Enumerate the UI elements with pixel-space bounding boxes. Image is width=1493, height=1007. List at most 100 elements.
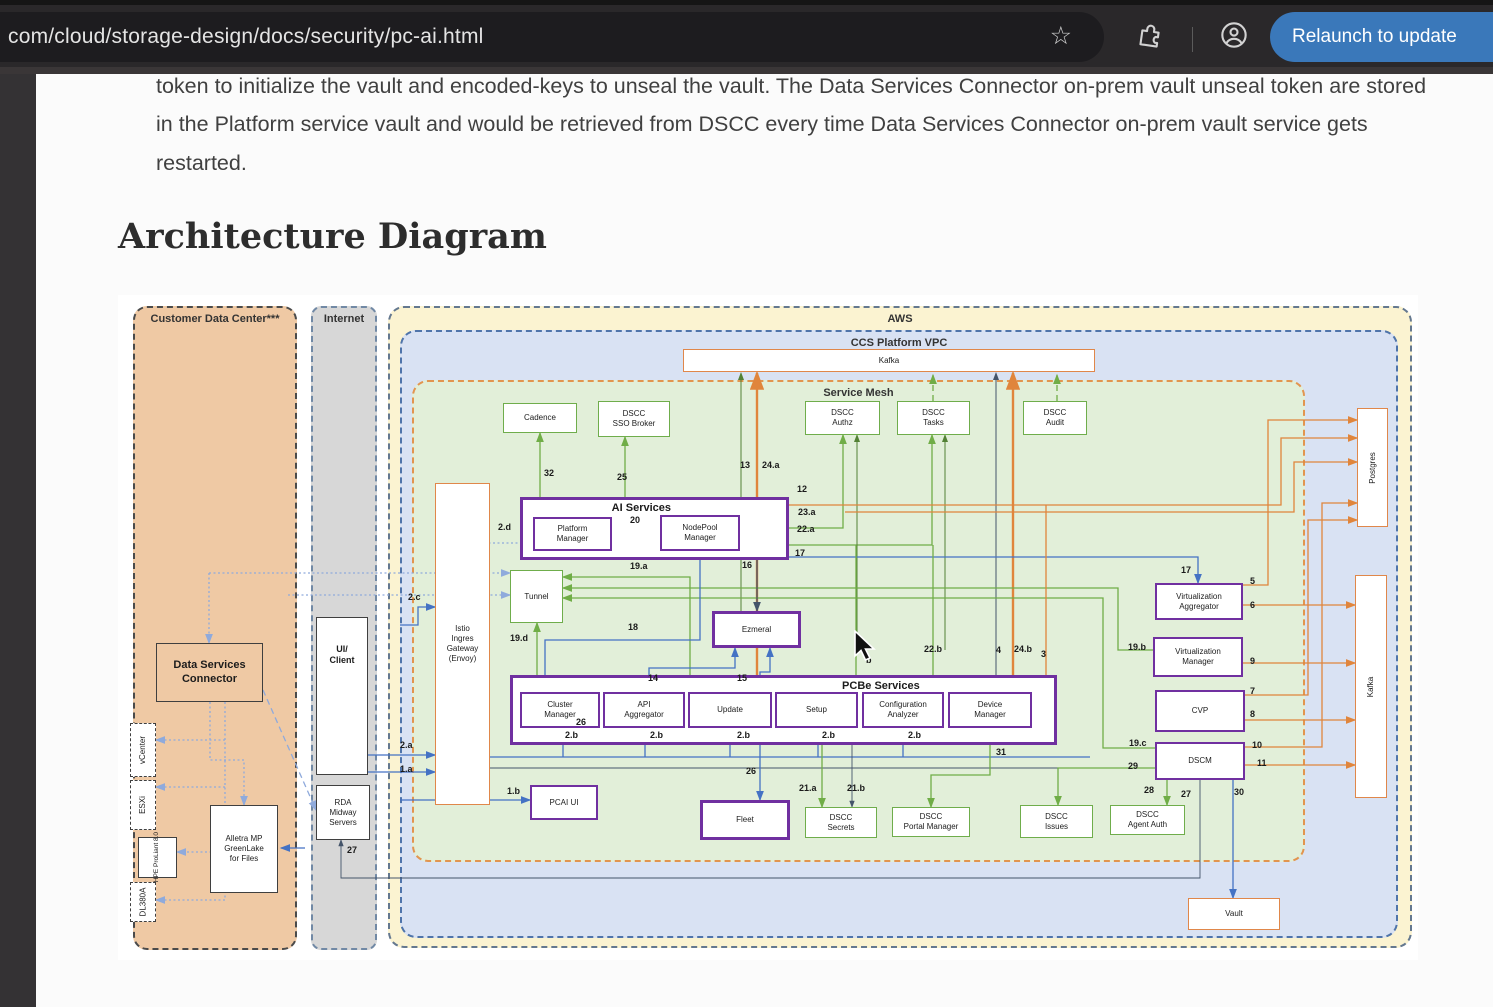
node-label-platform-manager: Platform Manager — [557, 524, 589, 544]
edge-label-26-27: 26 — [576, 717, 586, 727]
node-label-virtualization-manager: Virtualization Manager — [1175, 647, 1221, 667]
edge-label-3-20: 3 — [1041, 649, 1046, 659]
edge-label-1.b-32: 1.b — [507, 786, 520, 796]
node-alletra-mp-greenlake: Alletra MP GreenLake for Files — [210, 805, 278, 893]
node-dscc-audit: DSCC Audit — [1023, 401, 1087, 435]
window-edge — [0, 62, 36, 1007]
edge-label-19.c-42: 19.c — [1129, 738, 1147, 748]
node-label-dscc-portal-manager: DSCC Portal Manager — [904, 812, 959, 832]
extensions-icon[interactable] — [1136, 21, 1164, 49]
edge-label-22.a-6: 22.a — [797, 524, 815, 534]
edge — [545, 551, 700, 692]
edge — [210, 702, 244, 805]
node-ezmeral: Ezmeral — [712, 611, 801, 648]
edge-label-2.a-33: 2.a — [400, 740, 413, 750]
node-virtualization-aggregator: Virtualization Aggregator — [1155, 583, 1243, 620]
edge-label-26-29: 26 — [746, 766, 756, 776]
edge-label-21.a-30: 21.a — [799, 783, 817, 793]
browser-window: com/cloud/storage-design/docs/security/p… — [0, 0, 1493, 1007]
node-label-hpe-proliant: HPE ProLiant 8.0 — [153, 832, 161, 882]
node-pcai-ui: PCAI UI — [530, 785, 598, 820]
node-label-api-aggregator: API Aggregator — [624, 700, 664, 720]
edge-label-15-16: 15 — [737, 673, 747, 683]
node-device-manager: Device Manager — [948, 692, 1032, 728]
node-label-update: Update — [717, 705, 743, 715]
node-dscc-portal-manager: DSCC Portal Manager — [892, 807, 970, 837]
node-dl380a: DL380A — [130, 882, 156, 922]
edge-label-18-12: 18 — [628, 622, 638, 632]
edge-label-8-41: 8 — [1250, 709, 1255, 719]
node-dscc-agent-auth: DSCC Agent Auth — [1110, 805, 1185, 835]
edge-label-5-36: 5 — [1250, 576, 1255, 586]
node-label-cadence: Cadence — [524, 413, 556, 423]
edge-label-19.b-38: 19.b — [1128, 642, 1146, 652]
node-postgres: Postgres — [1357, 408, 1388, 527]
edge-label-12-4: 12 — [797, 484, 807, 494]
edge-label-28-46: 28 — [1144, 785, 1154, 795]
edge-label-2.c-14: 2.c — [408, 592, 421, 602]
node-label-dscc-issues: DSCC Issues — [1045, 812, 1068, 832]
browser-toolbar: com/cloud/storage-design/docs/security/p… — [0, 0, 1493, 74]
node-kafka-bus: Kafka — [683, 349, 1095, 372]
node-label-dscc-secrets: DSCC Secrets — [827, 813, 854, 833]
node-cluster-manager: Cluster Manager — [520, 692, 600, 728]
edge — [263, 690, 316, 810]
edge-label-1.a-34: 1.a — [400, 764, 413, 774]
node-label-dscm: DSCM — [1188, 756, 1212, 766]
edge-label-13-2: 13 — [740, 460, 750, 470]
edge-label-6-37: 6 — [1250, 600, 1255, 610]
node-dscc-secrets: DSCC Secrets — [805, 807, 877, 838]
address-bar[interactable]: com/cloud/storage-design/docs/security/p… — [0, 12, 1104, 62]
edge — [400, 607, 435, 625]
edge-label-2.b-25: 2.b — [822, 730, 835, 740]
profile-icon[interactable] — [1220, 21, 1248, 49]
node-dscc-issues: DSCC Issues — [1020, 805, 1093, 838]
edge-label-10-44: 10 — [1252, 740, 1262, 750]
node-label-alletra-mp-greenlake: Alletra MP GreenLake for Files — [224, 834, 264, 864]
edge-label-11-45: 11 — [1257, 758, 1267, 768]
node-label-vault: Vault — [1225, 909, 1243, 919]
node-cvp: CVP — [1155, 690, 1245, 732]
architecture-diagram: Customer Data Center***InternetAWSCCS Pl… — [118, 295, 1418, 960]
node-label-cvp: CVP — [1192, 706, 1208, 716]
node-update: Update — [688, 692, 772, 728]
node-label-esxi: ESXi — [138, 796, 148, 814]
node-label-setup: Setup — [806, 705, 827, 715]
edge-label-23.a-5: 23.a — [798, 507, 816, 517]
edge-label-21.b-31: 21.b — [847, 783, 865, 793]
node-label-data-services-connector: Data Services Connector — [173, 659, 245, 687]
edge-label-24.a-3: 24.a — [762, 460, 780, 470]
node-label-dscc-authz: DSCC Authz — [831, 408, 854, 428]
mouse-cursor — [854, 630, 884, 666]
node-dscc-tasks: DSCC Tasks — [897, 401, 970, 435]
node-label-pcai-ui: PCAI UI — [550, 798, 579, 808]
edge-label-19.d-13: 19.d — [510, 633, 528, 643]
node-label-device-manager: Device Manager — [974, 700, 1006, 720]
node-cadence: Cadence — [503, 403, 577, 433]
node-label-dscc-tasks: DSCC Tasks — [922, 408, 945, 428]
node-dscc-sso-broker: DSCC SSO Broker — [598, 401, 670, 437]
edge — [1058, 768, 1155, 805]
node-kafka-right: Kafka — [1355, 575, 1387, 798]
node-label-dscc-agent-auth: DSCC Agent Auth — [1128, 810, 1167, 830]
node-label-ai-services: AI Services — [612, 502, 671, 516]
edge-label-16-11: 16 — [742, 560, 752, 570]
node-label-rda-midway-servers: RDA Midway Servers — [329, 798, 357, 828]
node-label-tunnel: Tunnel — [524, 592, 548, 602]
relaunch-button[interactable]: Relaunch to update — [1270, 12, 1493, 62]
node-label-vcenter: vCenter — [138, 736, 148, 764]
node-rda-midway-servers: RDA Midway Servers — [316, 785, 370, 840]
node-label-dl380a: DL380A — [138, 888, 148, 917]
edge-label-20-9: 20 — [630, 515, 640, 525]
edge — [1245, 520, 1357, 695]
node-hpe-proliant: HPE ProLiant 8.0 — [138, 837, 177, 878]
edge — [789, 557, 1198, 583]
node-configuration-analyzer: Configuration Analyzer — [862, 692, 944, 728]
section-heading: Architecture Diagram — [118, 216, 547, 257]
node-label-kafka-bus: Kafka — [879, 356, 899, 366]
node-label-dscc-audit: DSCC Audit — [1044, 408, 1067, 428]
node-vcenter: vCenter — [130, 723, 156, 777]
edge-label-24.b-19: 24.b — [1014, 644, 1032, 654]
node-fleet: Fleet — [700, 800, 790, 840]
bookmark-star-icon[interactable]: ☆ — [1050, 21, 1072, 51]
